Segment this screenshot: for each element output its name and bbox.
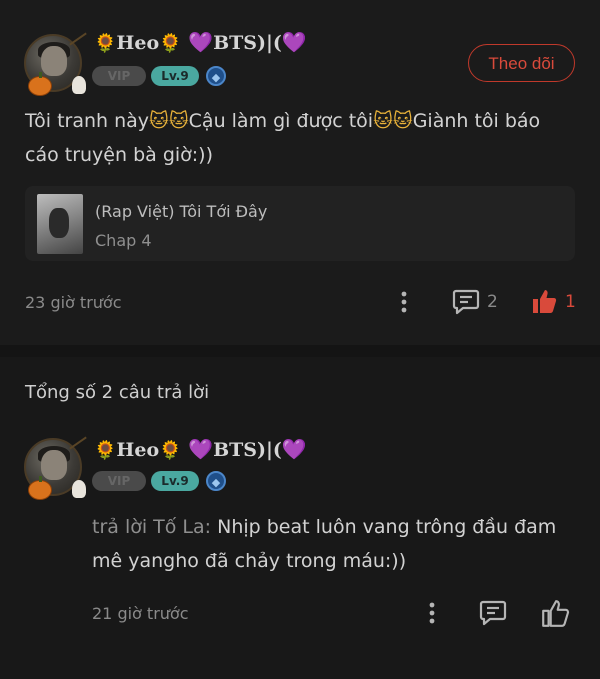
like-icon-active[interactable] — [530, 287, 558, 315]
like-count: 1 — [565, 292, 576, 312]
user-avatar[interactable] — [24, 32, 87, 96]
vip-badge: VIP — [92, 66, 146, 86]
reply-user-avatar[interactable] — [24, 436, 87, 500]
reply-like-icon[interactable] — [540, 598, 570, 628]
vip-badge: VIP — [92, 471, 146, 491]
story-card[interactable]: (Rap Việt) Tôi Tới Đây Chap 4 — [25, 186, 575, 261]
reply-username[interactable]: 🌻Heo🌻 💜BTS)|(💜 — [94, 437, 307, 461]
follow-button[interactable]: Theo dõi — [468, 44, 575, 82]
story-title: (Rap Việt) Tôi Tới Đây — [95, 202, 268, 221]
story-chapter: Chap 4 — [95, 231, 152, 250]
level-badge: Lv.9 — [151, 66, 199, 86]
comment-text: Tôi tranh này🐱🐱Cậu làm gì được tôi🐱🐱Giàn… — [25, 110, 541, 166]
cat-emoji-icon: 🐱🐱 — [149, 110, 189, 132]
replies-count-heading: Tổng số 2 câu trả lời — [25, 382, 210, 403]
comment-count: 2 — [487, 292, 498, 312]
pumpkin-decoration-icon — [28, 476, 52, 500]
purple-heart-icon: 💜 — [188, 30, 214, 54]
ghost-decoration-icon — [72, 480, 86, 498]
pumpkin-decoration-icon — [28, 72, 52, 96]
username[interactable]: 🌻Heo🌻 💜BTS)|(💜 — [94, 30, 307, 54]
purple-heart-icon: 💜 — [188, 437, 214, 461]
reply-timestamp: 21 giờ trước — [92, 604, 189, 623]
level-badge: Lv.9 — [151, 471, 199, 491]
reply-comment-icon[interactable] — [479, 599, 507, 627]
more-options-icon[interactable] — [394, 290, 414, 314]
purple-heart-icon: 💜 — [281, 30, 307, 54]
ethereum-icon: ◆ — [206, 66, 226, 86]
comment-icon[interactable] — [452, 288, 480, 316]
ghost-decoration-icon — [72, 76, 86, 94]
cat-emoji-icon: 🐱🐱 — [373, 110, 413, 132]
timestamp: 23 giờ trước — [25, 293, 122, 312]
reply-to-label[interactable]: trả lời Tố La: — [92, 516, 211, 538]
purple-heart-icon: 💜 — [281, 437, 307, 461]
sunflower-icon: 🌻 — [159, 440, 182, 461]
section-divider — [0, 345, 600, 357]
story-thumbnail — [37, 194, 83, 254]
sunflower-icon: 🌻 — [94, 33, 117, 54]
reply-text: trả lời Tố La: Nhịp beat luôn vang trông… — [92, 516, 557, 572]
sunflower-icon: 🌻 — [94, 440, 117, 461]
ethereum-icon: ◆ — [206, 471, 226, 491]
reply-more-options-icon[interactable] — [422, 601, 442, 625]
sunflower-icon: 🌻 — [159, 33, 182, 54]
